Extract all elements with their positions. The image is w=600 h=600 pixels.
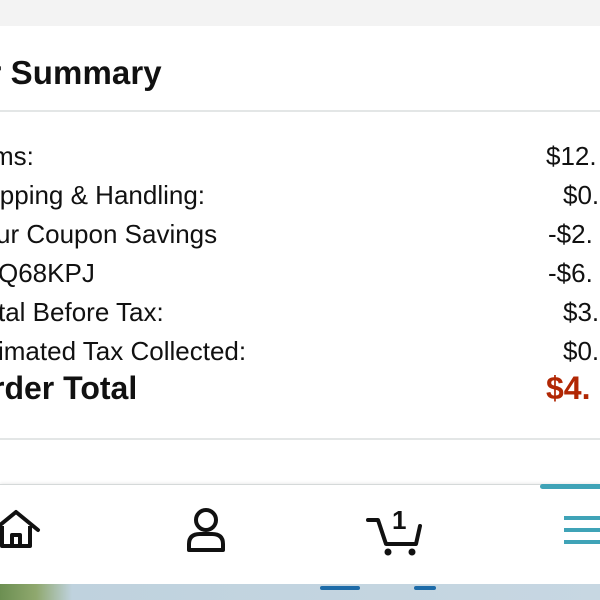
shipping-value: $0.	[563, 180, 600, 210]
order-total-label: rder Total	[0, 370, 138, 406]
menu-icon	[564, 516, 600, 544]
shipping-label: ipping & Handling:	[0, 180, 206, 210]
account-icon	[187, 508, 225, 552]
home-icon	[0, 510, 40, 548]
promo-code-label: Q68KPJ	[0, 258, 95, 288]
items-label: ms:	[0, 141, 34, 171]
nav-account-button[interactable]	[184, 506, 228, 554]
coupon-savings-value: -$2.	[548, 219, 593, 249]
content-gap	[0, 440, 600, 484]
bottom-nav-bar	[0, 484, 600, 585]
cart-count-badge: 1	[392, 505, 407, 535]
estimated-tax-value: $0.	[563, 336, 600, 366]
total-before-tax-value: $3.	[563, 297, 600, 327]
coupon-savings-label: ur Coupon Savings	[0, 219, 218, 249]
items-value: $12.	[546, 141, 597, 171]
promo-code-value: -$6.	[548, 258, 593, 288]
peek-link-fragment	[414, 586, 436, 590]
nav-menu-button[interactable]	[560, 510, 600, 550]
nav-home-button[interactable]	[0, 504, 44, 556]
peek-link-fragment	[320, 586, 360, 590]
total-before-tax-label: tal Before Tax:	[0, 297, 164, 327]
summary-rows: ms: $12. ipping & Handling: $0. ur Coupo…	[0, 0, 600, 440]
order-total-value: $4.	[546, 370, 591, 406]
estimated-tax-label: imated Tax Collected:	[0, 336, 247, 366]
active-tab-indicator	[540, 484, 600, 489]
content-peek-strip	[0, 584, 600, 600]
